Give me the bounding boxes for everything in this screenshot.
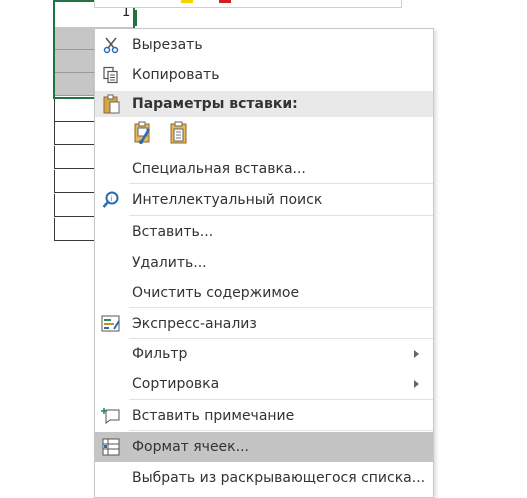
menu-item-label: Сортировка [132, 376, 220, 392]
font-color-swatch[interactable] [219, 0, 231, 3]
submenu-arrow-icon [414, 350, 419, 358]
text-cursor [135, 10, 137, 26]
menu-item-paste-special[interactable]: Специальная вставка... [95, 154, 433, 184]
smart-lookup-icon: i [101, 190, 121, 210]
menu-separator [129, 215, 433, 216]
copy-icon [101, 65, 121, 85]
menu-item-label: Фильтр [132, 346, 188, 362]
menu-item-cut[interactable]: Вырезать [95, 30, 433, 60]
paste-formatting-option[interactable] [131, 121, 155, 149]
scissors-icon [101, 35, 121, 55]
menu-item-sort[interactable]: Сортировка [95, 369, 433, 399]
menu-item-label: Специальная вставка... [132, 161, 306, 177]
format-cells-icon [101, 437, 121, 457]
menu-item-clear-contents[interactable]: Очистить содержимое [95, 278, 433, 308]
menu-item-delete[interactable]: Удалить... [95, 248, 433, 278]
menu-item-label: Экспресс-анализ [132, 316, 257, 332]
menu-item-insert[interactable]: Вставить... [95, 217, 433, 247]
menu-item-format-cells[interactable]: Формат ячеек... [95, 432, 433, 462]
quick-analysis-icon [101, 314, 121, 334]
clipboard-icon [101, 94, 121, 114]
menu-header-label: Параметры вставки: [132, 96, 298, 112]
menu-separator [129, 430, 433, 431]
menu-item-label: Копировать [132, 67, 220, 83]
menu-item-label: Выбрать из раскрывающегося списка... [132, 470, 426, 486]
menu-item-label: Интеллектуальный поиск [132, 192, 323, 208]
menu-item-copy[interactable]: Копировать [95, 60, 433, 90]
paste-icon [169, 121, 189, 149]
menu-item-quick-analysis[interactable]: Экспресс-анализ [95, 309, 433, 339]
menu-item-label: Вставить... [132, 224, 214, 240]
menu-item-smart-lookup[interactable]: i Интеллектуальный поиск [95, 185, 433, 215]
paste-brush-icon [132, 121, 154, 149]
menu-item-label: Формат ячеек... [132, 439, 249, 455]
paste-options-header: Параметры вставки: [95, 91, 433, 117]
mini-toolbar [94, 0, 402, 8]
menu-item-label: Удалить... [132, 255, 207, 271]
menu-item-label: Вставить примечание [132, 408, 295, 424]
menu-item-insert-comment[interactable]: Вставить примечание [95, 401, 433, 431]
menu-separator [129, 307, 433, 308]
menu-item-pick-from-list[interactable]: Выбрать из раскрывающегося списка... [95, 463, 433, 493]
menu-separator [129, 183, 433, 184]
paste-option[interactable] [167, 121, 191, 149]
comment-icon [101, 406, 121, 426]
menu-separator [129, 399, 433, 400]
highlight-color-swatch[interactable] [181, 0, 193, 3]
submenu-arrow-icon [414, 380, 419, 388]
svg-text:i: i [110, 195, 112, 203]
menu-item-filter[interactable]: Фильтр [95, 339, 433, 369]
menu-item-label: Очистить содержимое [132, 285, 300, 301]
menu-item-label: Вырезать [132, 37, 203, 53]
context-menu: Вырезать Копировать Параметры вставки: С… [94, 28, 434, 498]
